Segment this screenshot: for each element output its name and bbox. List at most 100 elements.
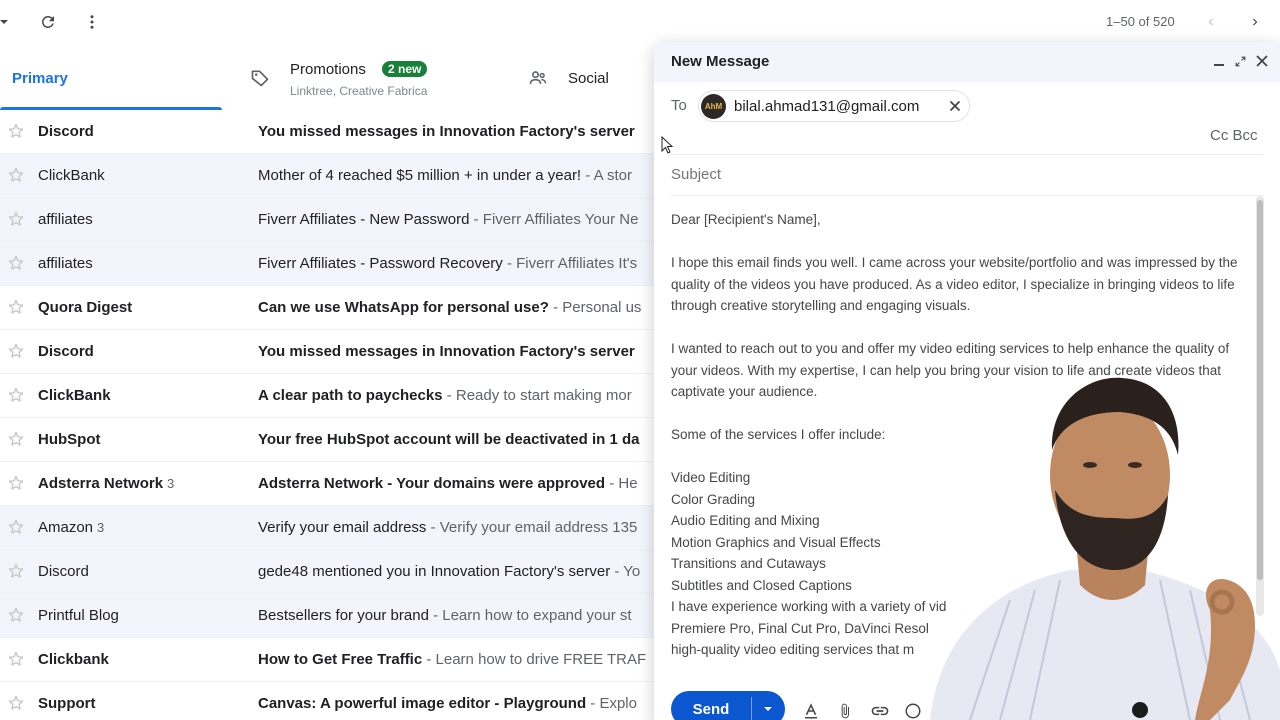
email-content: Verify your email address - Verify your … [258, 519, 654, 536]
close-icon[interactable] [1253, 52, 1271, 70]
email-sender: affiliates [38, 211, 97, 228]
new-count-badge: 2 new [382, 61, 428, 77]
email-row[interactable]: Clickbank How to Get Free Traffic - Learn… [0, 638, 660, 682]
thread-count: 3 [97, 520, 105, 535]
star-icon[interactable] [8, 387, 24, 403]
fullscreen-icon[interactable] [1231, 52, 1249, 70]
email-content: You missed messages in Innovation Factor… [258, 343, 654, 360]
email-content: Bestsellers for your brand - Learn how t… [258, 607, 654, 624]
email-row[interactable]: ClickBank A clear path to paychecks - Rea… [0, 374, 660, 418]
star-icon[interactable] [8, 563, 24, 579]
email-row[interactable]: Discord You missed messages in Innovation… [0, 330, 660, 374]
email-subject: Bestsellers for your brand [258, 607, 429, 624]
send-button[interactable]: Send [671, 691, 751, 720]
tab-primary[interactable]: Primary [0, 48, 222, 110]
top-toolbar: 1–50 of 520 [0, 0, 1280, 44]
tab-primary-label: Primary [12, 70, 68, 87]
email-row[interactable]: Discord You missed messages in Innovation… [0, 110, 660, 154]
email-row[interactable]: Adsterra Network 3 Adsterra Network - Your… [0, 462, 660, 506]
sender-name: Clickbank [38, 651, 109, 668]
insert-link-icon[interactable] [869, 700, 891, 720]
attach-file-icon[interactable] [834, 700, 856, 720]
email-row[interactable]: HubSpot Your free HubSpot account will be… [0, 418, 660, 462]
email-sender: Discord [38, 563, 93, 580]
email-row[interactable]: Support Canvas: A powerful image editor -… [0, 682, 660, 720]
email-subject: How to Get Free Traffic [258, 651, 423, 668]
email-subject: You missed messages in Innovation Factor… [258, 123, 635, 140]
email-row[interactable]: Amazon 3 Verify your email address - Verif… [0, 506, 660, 550]
email-snippet: - He [605, 475, 638, 492]
star-icon[interactable] [8, 651, 24, 667]
select-dropdown-icon[interactable] [0, 10, 16, 34]
email-sender: ClickBank [38, 387, 115, 404]
sender-name: affiliates [38, 255, 93, 272]
next-page-icon[interactable] [1243, 10, 1267, 34]
email-sender: Discord [38, 123, 98, 140]
previous-page-icon[interactable] [1199, 10, 1223, 34]
email-snippet: - Yo [610, 563, 641, 580]
email-content: You missed messages in Innovation Factor… [258, 123, 654, 140]
schedule-send-dropdown-icon[interactable] [753, 691, 783, 720]
mouse-cursor-icon [661, 135, 675, 156]
email-content: Your free HubSpot account will be deacti… [258, 431, 654, 448]
recipient-email: bilal.ahmad131@gmail.com [734, 98, 920, 115]
sender-name: Printful Blog [38, 607, 119, 624]
star-icon[interactable] [8, 299, 24, 315]
pagination-text: 1–50 of 520 [1106, 14, 1175, 29]
more-options-icon[interactable] [80, 10, 104, 34]
email-row[interactable]: Quora Digest Can we use WhatsApp for pers… [0, 286, 660, 330]
email-row[interactable]: Discord gede48 mentioned you in Innovatio… [0, 550, 660, 594]
sender-name: Discord [38, 123, 94, 140]
minimize-icon[interactable] [1210, 52, 1228, 70]
sender-name: Amazon [38, 519, 94, 536]
tab-social[interactable]: Social [528, 48, 658, 108]
recipient-chip[interactable]: AhM bilal.ahmad131@gmail.com [698, 90, 970, 122]
email-content: gede48 mentioned you in Innovation Facto… [258, 563, 654, 580]
star-icon[interactable] [8, 695, 24, 711]
email-row[interactable]: affiliates Fiverr Affiliates - New Passwo… [0, 198, 660, 242]
email-content: Fiverr Affiliates - Password Recovery - … [258, 255, 654, 272]
star-icon[interactable] [8, 519, 24, 535]
email-content: Fiverr Affiliates - New Password - Fiver… [258, 211, 654, 228]
email-sender: Quora Digest [38, 299, 136, 316]
compose-header: New Message [654, 42, 1280, 82]
remove-recipient-icon[interactable] [945, 96, 965, 116]
category-tabs: Primary Promotions 2 new Linktree, Creat… [0, 48, 660, 110]
star-icon[interactable] [8, 475, 24, 491]
tab-promotions-label: Promotions [290, 61, 366, 78]
tab-promotions[interactable]: Promotions 2 new Linktree, Creative Fabr… [250, 48, 510, 108]
star-icon[interactable] [8, 607, 24, 623]
star-icon[interactable] [8, 123, 24, 139]
subject-input[interactable] [671, 166, 1231, 183]
email-sender: Discord [38, 343, 98, 360]
tab-social-label: Social [568, 70, 609, 87]
email-content: A clear path to paychecks - Ready to sta… [258, 387, 654, 404]
email-subject: Can we use WhatsApp for personal use? [258, 299, 549, 316]
formatting-options-icon[interactable] [800, 700, 822, 720]
email-subject: Adsterra Network - Your domains were app… [258, 475, 606, 492]
star-icon[interactable] [8, 211, 24, 227]
email-content: Canvas: A powerful image editor - Playgr… [258, 695, 654, 712]
email-row[interactable]: affiliates Fiverr Affiliates - Password R… [0, 242, 660, 286]
sender-name: Quora Digest [38, 299, 133, 316]
star-icon[interactable] [8, 167, 24, 183]
sender-name: Support [38, 695, 96, 712]
star-icon[interactable] [8, 255, 24, 271]
email-snippet: - Learn how to expand your st [428, 607, 632, 624]
email-sender: affiliates [38, 255, 97, 272]
email-subject: A clear path to paychecks [258, 387, 443, 404]
email-snippet: - Fiverr Affiliates It's [502, 255, 638, 272]
star-icon[interactable] [8, 431, 24, 447]
email-subject: Verify your email address [258, 519, 427, 536]
sender-name: affiliates [38, 211, 93, 228]
sender-name: Adsterra Network [38, 475, 164, 492]
email-row[interactable]: ClickBank Mother of 4 reached $5 million … [0, 154, 660, 198]
cc-bcc-link[interactable]: Cc Bcc [1210, 127, 1258, 144]
email-sender: HubSpot [38, 431, 104, 448]
email-row[interactable]: Printful Blog Bestsellers for your brand … [0, 594, 660, 638]
email-subject: Fiverr Affiliates - New Password [258, 211, 470, 228]
star-icon[interactable] [8, 343, 24, 359]
divider [671, 195, 1263, 196]
refresh-icon[interactable] [36, 10, 60, 34]
email-snippet: - Explo [586, 695, 637, 712]
